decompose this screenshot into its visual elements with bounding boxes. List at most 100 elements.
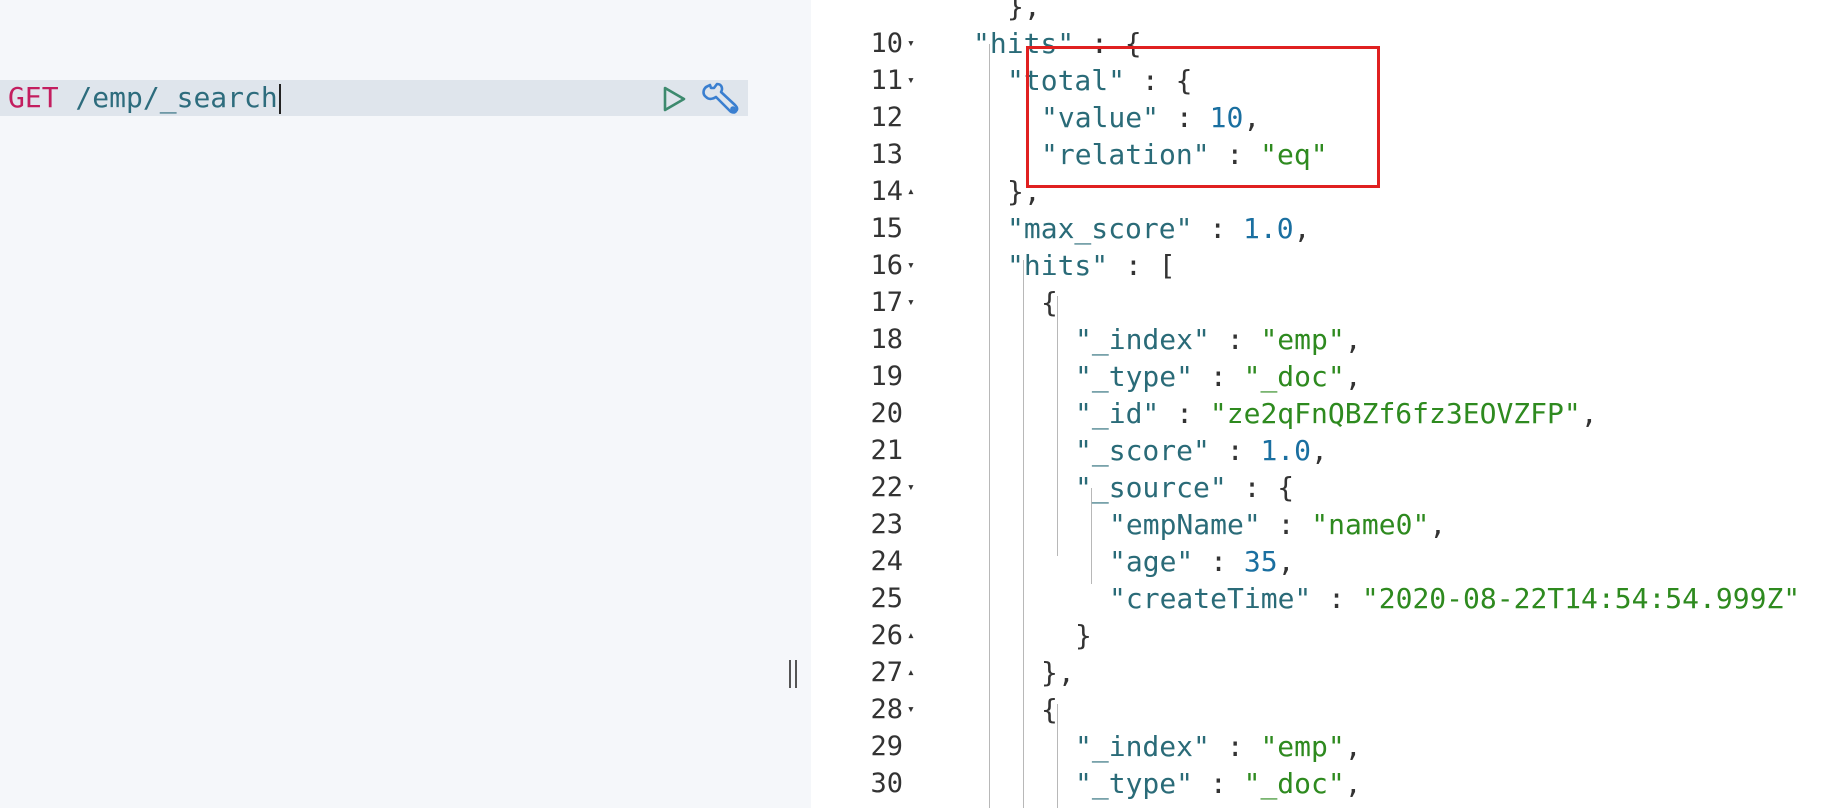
code-line: 20 "_id" : "ze2qFnQBZf6fz3EOVZFP", [811, 395, 1824, 432]
code-token: 1.0 [1260, 434, 1312, 467]
code-token: 10 [1209, 101, 1244, 134]
code-line: 23 "empName" : "name0", [811, 506, 1824, 543]
fold-expand-icon[interactable]: ▴ [907, 617, 927, 654]
code-token: , [1344, 360, 1362, 393]
code-token: "_type" [1075, 767, 1194, 800]
code-token: , [1277, 545, 1295, 578]
code-text: "age" : 35, [1109, 543, 1294, 580]
code-token: "2020-08-22T14:54:54.999Z" [1361, 582, 1801, 615]
code-token: : [1193, 360, 1244, 393]
code-line: 26 ▴} [811, 617, 1824, 654]
fold-collapse-icon[interactable]: ▾ [907, 62, 927, 99]
code-token: "emp" [1260, 323, 1345, 356]
fold-collapse-icon[interactable]: ▾ [907, 284, 927, 321]
code-line: 15 "max_score" : 1.0, [811, 210, 1824, 247]
code-token: : { [1226, 471, 1295, 504]
fold-collapse-icon[interactable]: ▾ [907, 469, 927, 506]
code-token: "_doc" [1243, 360, 1345, 393]
code-text: "value" : 10, [1041, 99, 1260, 136]
code-token: , [1580, 397, 1598, 430]
code-line: 11 ▾ "total" : { [811, 62, 1824, 99]
line-number: 19 [870, 361, 903, 392]
line-number: 16 [870, 250, 903, 281]
code-line: 27 ▴}, [811, 654, 1824, 691]
code-token: : { [1074, 27, 1142, 60]
play-triangle-icon[interactable] [660, 85, 688, 113]
code-token: } [1075, 619, 1092, 652]
code-line: 10 ▾ "hits" : { [811, 25, 1824, 62]
code-line: 13 "relation" : "eq" [811, 136, 1824, 173]
code-text: } [1075, 617, 1092, 654]
code-token: "_id" [1075, 804, 1159, 808]
text-cursor [278, 84, 281, 114]
code-line: }, [811, 0, 1824, 25]
code-token: , [1243, 101, 1261, 134]
code-text: }, [1007, 0, 1041, 25]
request-text[interactable]: GET /emp/_search [8, 80, 281, 116]
line-number: 20 [870, 398, 903, 429]
code-text: "total" : { [1007, 62, 1192, 99]
code-text: { [1041, 284, 1058, 321]
code-token: , [1429, 508, 1447, 541]
code-token: "name0" [1311, 508, 1430, 541]
fold-collapse-icon[interactable]: ▾ [907, 25, 927, 62]
code-line: 16 ▾ "hits" : [ [811, 247, 1824, 284]
code-token: "emp" [1260, 730, 1345, 763]
fold-collapse-icon[interactable]: ▾ [907, 247, 927, 284]
request-editor[interactable]: GET /emp/_search [0, 0, 775, 808]
line-number: 14 [870, 176, 903, 207]
line-number: 26 [870, 620, 903, 651]
code-token: "_doc" [1243, 767, 1345, 800]
code-token: "hits" [973, 27, 1075, 60]
code-token: : [1192, 212, 1244, 245]
code-token: "_score" [1075, 434, 1210, 467]
code-line: 19 "_type" : "_doc", [811, 358, 1824, 395]
line-number: 17 [870, 287, 903, 318]
line-number: 22 [870, 472, 903, 503]
code-token: { [1041, 286, 1058, 319]
line-number: 29 [870, 731, 903, 762]
code-text: "_index" : "emp", [1075, 321, 1362, 358]
code-token: "relation" [1041, 138, 1210, 171]
line-number: 27 [870, 657, 903, 688]
code-token: "total" [1007, 64, 1126, 97]
code-line: 14 ▴}, [811, 173, 1824, 210]
pane-splitter[interactable] [775, 0, 811, 808]
fold-expand-icon[interactable]: ▴ [907, 173, 927, 210]
fold-collapse-icon[interactable]: ▾ [907, 691, 927, 728]
line-number: 23 [870, 509, 903, 540]
line-number: 10 [870, 28, 903, 59]
code-token: "createTime" [1109, 582, 1312, 615]
line-number: 11 [870, 65, 903, 96]
code-token: { [1041, 693, 1058, 726]
line-number: 12 [870, 102, 903, 133]
code-line: 25 "createTime" : "2020-08-22T14:54:54.99… [811, 580, 1824, 617]
fold-expand-icon[interactable]: ▴ [907, 654, 927, 691]
code-token: : [1193, 767, 1244, 800]
code-text: "_id" : "ze2qFnQBZf6fz3EOVZFP", [1075, 395, 1598, 432]
code-line: 17 ▾ { [811, 284, 1824, 321]
code-token: : [1209, 434, 1261, 467]
code-token: : [1159, 101, 1210, 134]
code-text: "_index" : "emp", [1075, 728, 1362, 765]
request-method: GET [8, 81, 59, 114]
code-token: : [1159, 804, 1210, 808]
code-token: : [1159, 397, 1210, 430]
line-number: 21 [870, 435, 903, 466]
drag-handle-icon[interactable] [787, 660, 799, 688]
code-token: "_source" [1075, 471, 1227, 504]
response-viewer[interactable]: }, 10 ▾ "hits" : {11 ▾ "total" : {12 "value" :… [811, 0, 1824, 808]
code-line: 22 ▾ "_source" : { [811, 469, 1824, 506]
code-token: }, [1007, 175, 1041, 208]
code-line: 18 "_index" : "emp", [811, 321, 1824, 358]
line-number: 15 [870, 213, 903, 244]
code-token: , [1293, 212, 1311, 245]
wrench-icon[interactable] [700, 82, 742, 118]
code-token: : [ [1108, 249, 1176, 282]
code-token: "_index" [1075, 730, 1210, 763]
request-path: /emp/_search [58, 81, 278, 114]
code-token: : [1193, 545, 1244, 578]
code-token: "empName" [1109, 508, 1261, 541]
request-line[interactable]: GET /emp/_search [0, 80, 748, 116]
line-number: 24 [870, 546, 903, 577]
